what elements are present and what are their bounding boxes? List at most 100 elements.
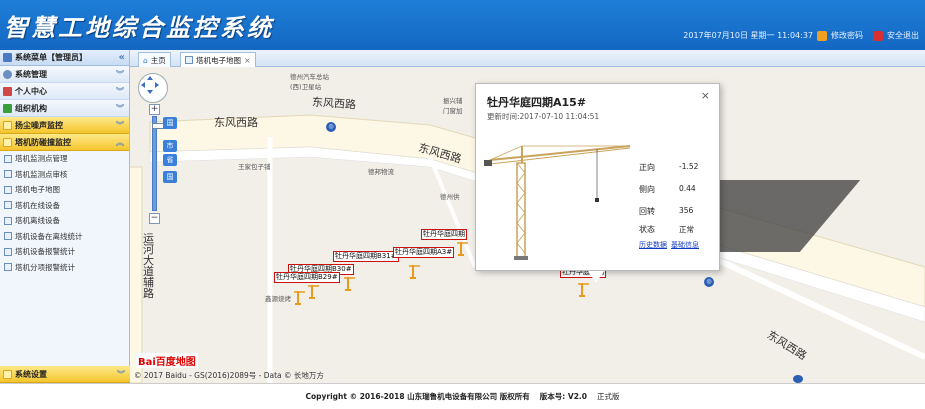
menu-group-label: 系统管理 xyxy=(15,69,47,79)
chevron-down-icon: ︾ xyxy=(116,120,124,130)
stat-value: 356 xyxy=(679,206,694,215)
tab-label: 主页 xyxy=(150,55,166,65)
crane-marker-label[interactable]: 牡丹华庭四期 xyxy=(421,229,467,240)
sidebar-item-crane-offline[interactable]: 塔机离线设备 xyxy=(0,213,129,229)
menu-group-dust-noise[interactable]: 扬尘噪声监控 ︾ xyxy=(0,117,129,134)
sidebar-item-crane-alarm-stats[interactable]: 塔机设备报警统计 xyxy=(0,244,129,260)
close-icon[interactable]: × xyxy=(701,89,710,102)
stat-lateral: 侧向 0.44 xyxy=(639,184,696,195)
road-label: 东风西路 xyxy=(311,95,357,112)
stat-value: 正常 xyxy=(679,225,694,234)
sidebar-item-crane-online-stats[interactable]: 塔机设备在离线统计 xyxy=(0,229,129,245)
sidebar-menu: 系统菜单【管理员】 « 系统管理 ︾ 个人中心 ︾ 组织机构 ︾ 扬尘噪声监控 … xyxy=(0,50,130,383)
zoom-level-city[interactable]: 市 xyxy=(163,140,177,152)
document-icon xyxy=(185,56,193,64)
document-icon xyxy=(4,201,12,210)
history-data-link[interactable]: 历史数据 xyxy=(639,240,667,250)
map-copyright: © 2017 Baidu - GS(2016)2089号 - Data © 长地… xyxy=(134,371,324,380)
tab-home[interactable]: ⌂ 主页 xyxy=(138,52,171,67)
sidebar-item-crane-item-alarm-stats[interactable]: 塔机分项报警统计 xyxy=(0,260,129,276)
header-datetime: 2017年07月10日 星期一 11:04:37 xyxy=(683,31,813,40)
exit-icon xyxy=(873,30,883,41)
menu-group-label: 个人中心 xyxy=(15,86,47,96)
sidebar-item-crane-map[interactable]: 塔机电子地图 xyxy=(0,182,129,198)
stat-status: 状态 正常 xyxy=(639,224,694,235)
crane-icon[interactable] xyxy=(307,283,319,299)
folder-open-icon xyxy=(3,137,12,147)
poi-label: 振兴辅 门窗加 xyxy=(443,97,463,115)
sidebar-item-label: 塔机离线设备 xyxy=(15,216,60,226)
users-icon xyxy=(3,103,12,113)
crane-icon[interactable] xyxy=(408,263,420,279)
stat-label: 回转 xyxy=(639,207,655,216)
menu-group-personal[interactable]: 个人中心 ︾ xyxy=(0,83,129,100)
poi-label: 鑫源烧烤 xyxy=(265,295,291,303)
folder-icon xyxy=(3,120,12,130)
map-canvas[interactable]: 东风西路 东风西路 东风西路 东风西路 运河大道辅路 德州汽车总站 (西)卫星站… xyxy=(130,67,925,383)
chevron-down-icon: ︾ xyxy=(116,103,124,113)
bus-stop-icon[interactable] xyxy=(793,375,803,383)
poi-label: 德邦物流 xyxy=(368,168,394,176)
chevron-down-icon: ︾ xyxy=(117,369,125,379)
zoom-level-province[interactable]: 省 xyxy=(163,154,177,166)
sidebar-item-label: 塔机分项报警统计 xyxy=(15,262,75,272)
basic-info-link[interactable]: 基础信息 xyxy=(671,240,699,250)
document-icon xyxy=(4,232,12,241)
footer-version: 版本号: V2.0 xyxy=(539,392,587,401)
crane-icon[interactable] xyxy=(577,281,589,297)
menu-icon xyxy=(3,53,12,62)
sidebar-title: 系统菜单【管理员】 xyxy=(15,53,87,62)
crane-icon[interactable] xyxy=(456,240,468,256)
zoom-level-nation[interactable]: 国 xyxy=(163,171,177,183)
document-icon xyxy=(4,247,12,256)
chevron-up-icon: ︽ xyxy=(116,137,124,147)
safe-exit-link[interactable]: 安全退出 xyxy=(887,30,919,41)
crane-icon[interactable] xyxy=(343,275,355,291)
menu-group-crane[interactable]: 塔机防碰撞监控 ︽ xyxy=(0,134,129,151)
top-header: 智慧工地综合监控系统 2017年07月10日 星期一 11:04:37 修改密码… xyxy=(0,0,925,50)
pan-control[interactable] xyxy=(138,73,168,103)
tab-crane-map[interactable]: 塔机电子地图 × xyxy=(180,52,256,67)
bus-stop-icon[interactable]: ◎ xyxy=(326,122,336,132)
close-icon[interactable]: × xyxy=(244,56,251,65)
change-password-link[interactable]: 修改密码 xyxy=(831,30,863,41)
zoom-in-button[interactable]: + xyxy=(149,104,160,115)
sidebar-item-crane-review[interactable]: 塔机监测点审核 xyxy=(0,167,129,183)
header-right: 2017年07月10日 星期一 11:04:37 修改密码 安全退出 xyxy=(683,30,919,41)
poi-label: 德州汽车总站 (西)卫星站 xyxy=(290,73,329,91)
chevron-down-icon: ︾ xyxy=(116,69,124,79)
menu-group-label: 塔机防碰撞监控 xyxy=(15,137,71,147)
crane-marker-label[interactable]: 牡丹华庭四期B29# xyxy=(274,272,340,283)
stat-value: -1.52 xyxy=(679,162,699,171)
bus-stop-icon[interactable]: ◎ xyxy=(704,277,714,287)
popup-links: 历史数据 基础信息 xyxy=(639,240,699,250)
sidebar-item-crane-online[interactable]: 塔机在线设备 xyxy=(0,198,129,214)
sidebar-item-label: 塔机电子地图 xyxy=(15,185,60,195)
zoom-out-button[interactable]: − xyxy=(149,213,160,224)
popup-title: 牡丹华庭四期A15# xyxy=(487,96,587,109)
sidebar-item-label: 塔机监测点管理 xyxy=(15,154,68,164)
zoom-slider[interactable]: + − 国 市 省 国 xyxy=(149,104,177,224)
document-icon xyxy=(4,185,12,194)
menu-group-label: 系统设置 xyxy=(15,369,47,379)
stat-value: 0.44 xyxy=(679,184,696,193)
stat-forward: 正向 -1.52 xyxy=(639,162,698,173)
popup-pointer xyxy=(588,271,604,283)
crane-icon[interactable] xyxy=(293,289,305,305)
zoom-level-country[interactable]: 国 xyxy=(163,117,177,129)
stat-label: 状态 xyxy=(639,225,655,234)
sidebar-item-label: 塔机设备在离线统计 xyxy=(15,231,83,241)
crane-marker-label[interactable]: 牡丹华庭四期B31# xyxy=(333,251,399,262)
crane-marker-label[interactable]: 牡丹华庭四期A3# xyxy=(393,247,455,258)
menu-group-label: 组织机构 xyxy=(15,103,47,113)
sidebar-item-label: 塔机监测点审核 xyxy=(15,169,68,179)
zoom-track[interactable] xyxy=(152,116,165,211)
key-icon xyxy=(817,30,827,41)
menu-group-settings[interactable]: 系统设置 ︾ xyxy=(0,366,130,383)
sidebar-item-crane-points[interactable]: 塔机监测点管理 xyxy=(0,151,129,167)
pan-arrows-icon xyxy=(141,76,159,94)
collapse-sidebar-icon[interactable]: « xyxy=(119,52,125,63)
menu-group-system[interactable]: 系统管理 ︾ xyxy=(0,66,129,83)
road-label-vertical: 运河大道辅路 xyxy=(143,232,154,300)
menu-group-organization[interactable]: 组织机构 ︾ xyxy=(0,100,129,117)
